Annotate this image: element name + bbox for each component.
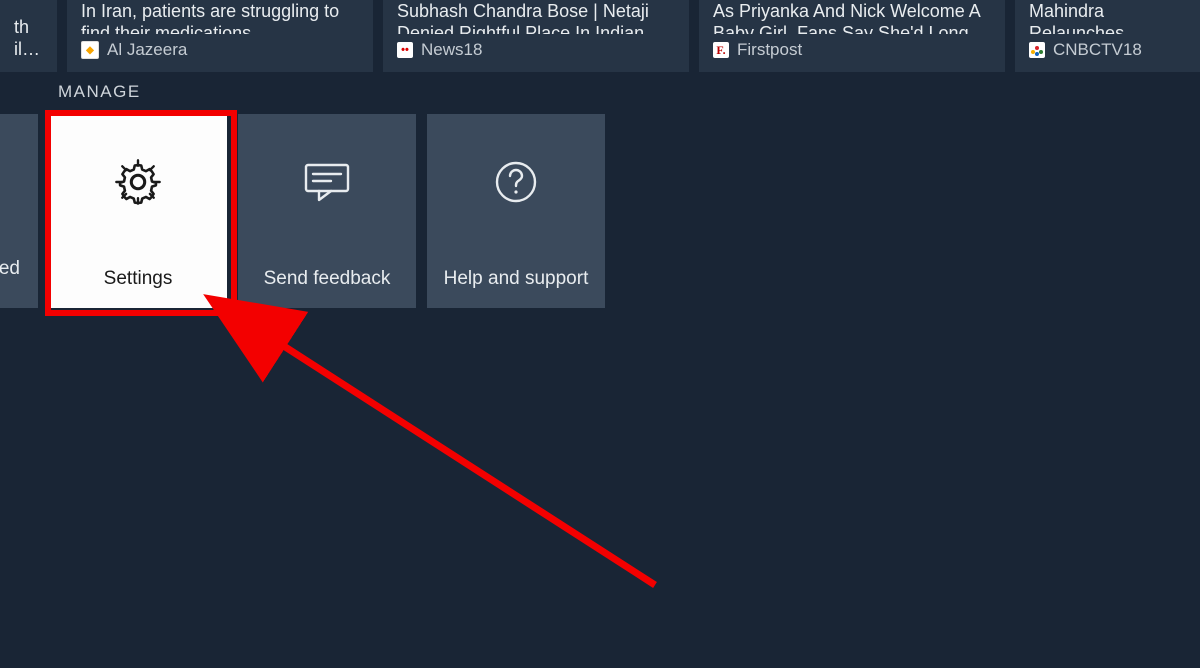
news-row: th il… In Iran, patients are struggling …	[0, 0, 1200, 72]
news-source: ◆ Al Jazeera	[81, 40, 359, 60]
help-icon	[490, 156, 542, 208]
news-title: As Priyanka And Nick Welcome A Baby Girl…	[713, 0, 991, 34]
gear-icon	[112, 156, 164, 208]
aljazeera-icon: ◆	[81, 41, 99, 59]
news-title: th il…	[14, 16, 43, 60]
manage-tile-partial-left[interactable]: ed	[0, 114, 38, 308]
news-card-cnbc[interactable]: Mahindra Relaunches Roadster: Know The S…	[1015, 0, 1200, 72]
news-card-aljazeera[interactable]: In Iran, patients are struggling to find…	[67, 0, 373, 72]
manage-tile-settings[interactable]: Settings	[49, 114, 227, 308]
news-source-label: News18	[421, 40, 482, 60]
tile-label: Help and support	[434, 268, 599, 290]
annotation-arrow-icon	[220, 300, 700, 620]
news-source: •• News18	[397, 40, 675, 60]
news-title: Mahindra Relaunches Roadster: Know The S	[1029, 0, 1191, 34]
news-source-label: CNBCTV18	[1053, 40, 1142, 60]
news18-icon: ••	[397, 42, 413, 58]
section-heading-manage: MANAGE	[58, 82, 141, 102]
news-title: Subhash Chandra Bose | Netaji Denied Rig…	[397, 0, 675, 34]
tile-label: Settings	[94, 268, 183, 290]
news-title: In Iran, patients are struggling to find…	[81, 0, 359, 34]
manage-tile-help[interactable]: Help and support	[427, 114, 605, 308]
cnbc-icon	[1029, 42, 1045, 58]
manage-row: ed Settings	[0, 114, 605, 308]
manage-tile-feedback[interactable]: Send feedback	[238, 114, 416, 308]
news-source-label: Firstpost	[737, 40, 802, 60]
feedback-icon	[301, 156, 353, 208]
news-card-partial-left[interactable]: th il…	[0, 0, 57, 72]
news-card-news18[interactable]: Subhash Chandra Bose | Netaji Denied Rig…	[383, 0, 689, 72]
news-card-firstpost[interactable]: As Priyanka And Nick Welcome A Baby Girl…	[699, 0, 1005, 72]
firstpost-icon: F.	[713, 42, 729, 58]
tile-label: ed	[0, 258, 30, 280]
news-source-label: Al Jazeera	[107, 40, 187, 60]
news-source: CNBCTV18	[1029, 40, 1191, 60]
news-source: F. Firstpost	[713, 40, 991, 60]
tile-label: Send feedback	[254, 268, 401, 290]
